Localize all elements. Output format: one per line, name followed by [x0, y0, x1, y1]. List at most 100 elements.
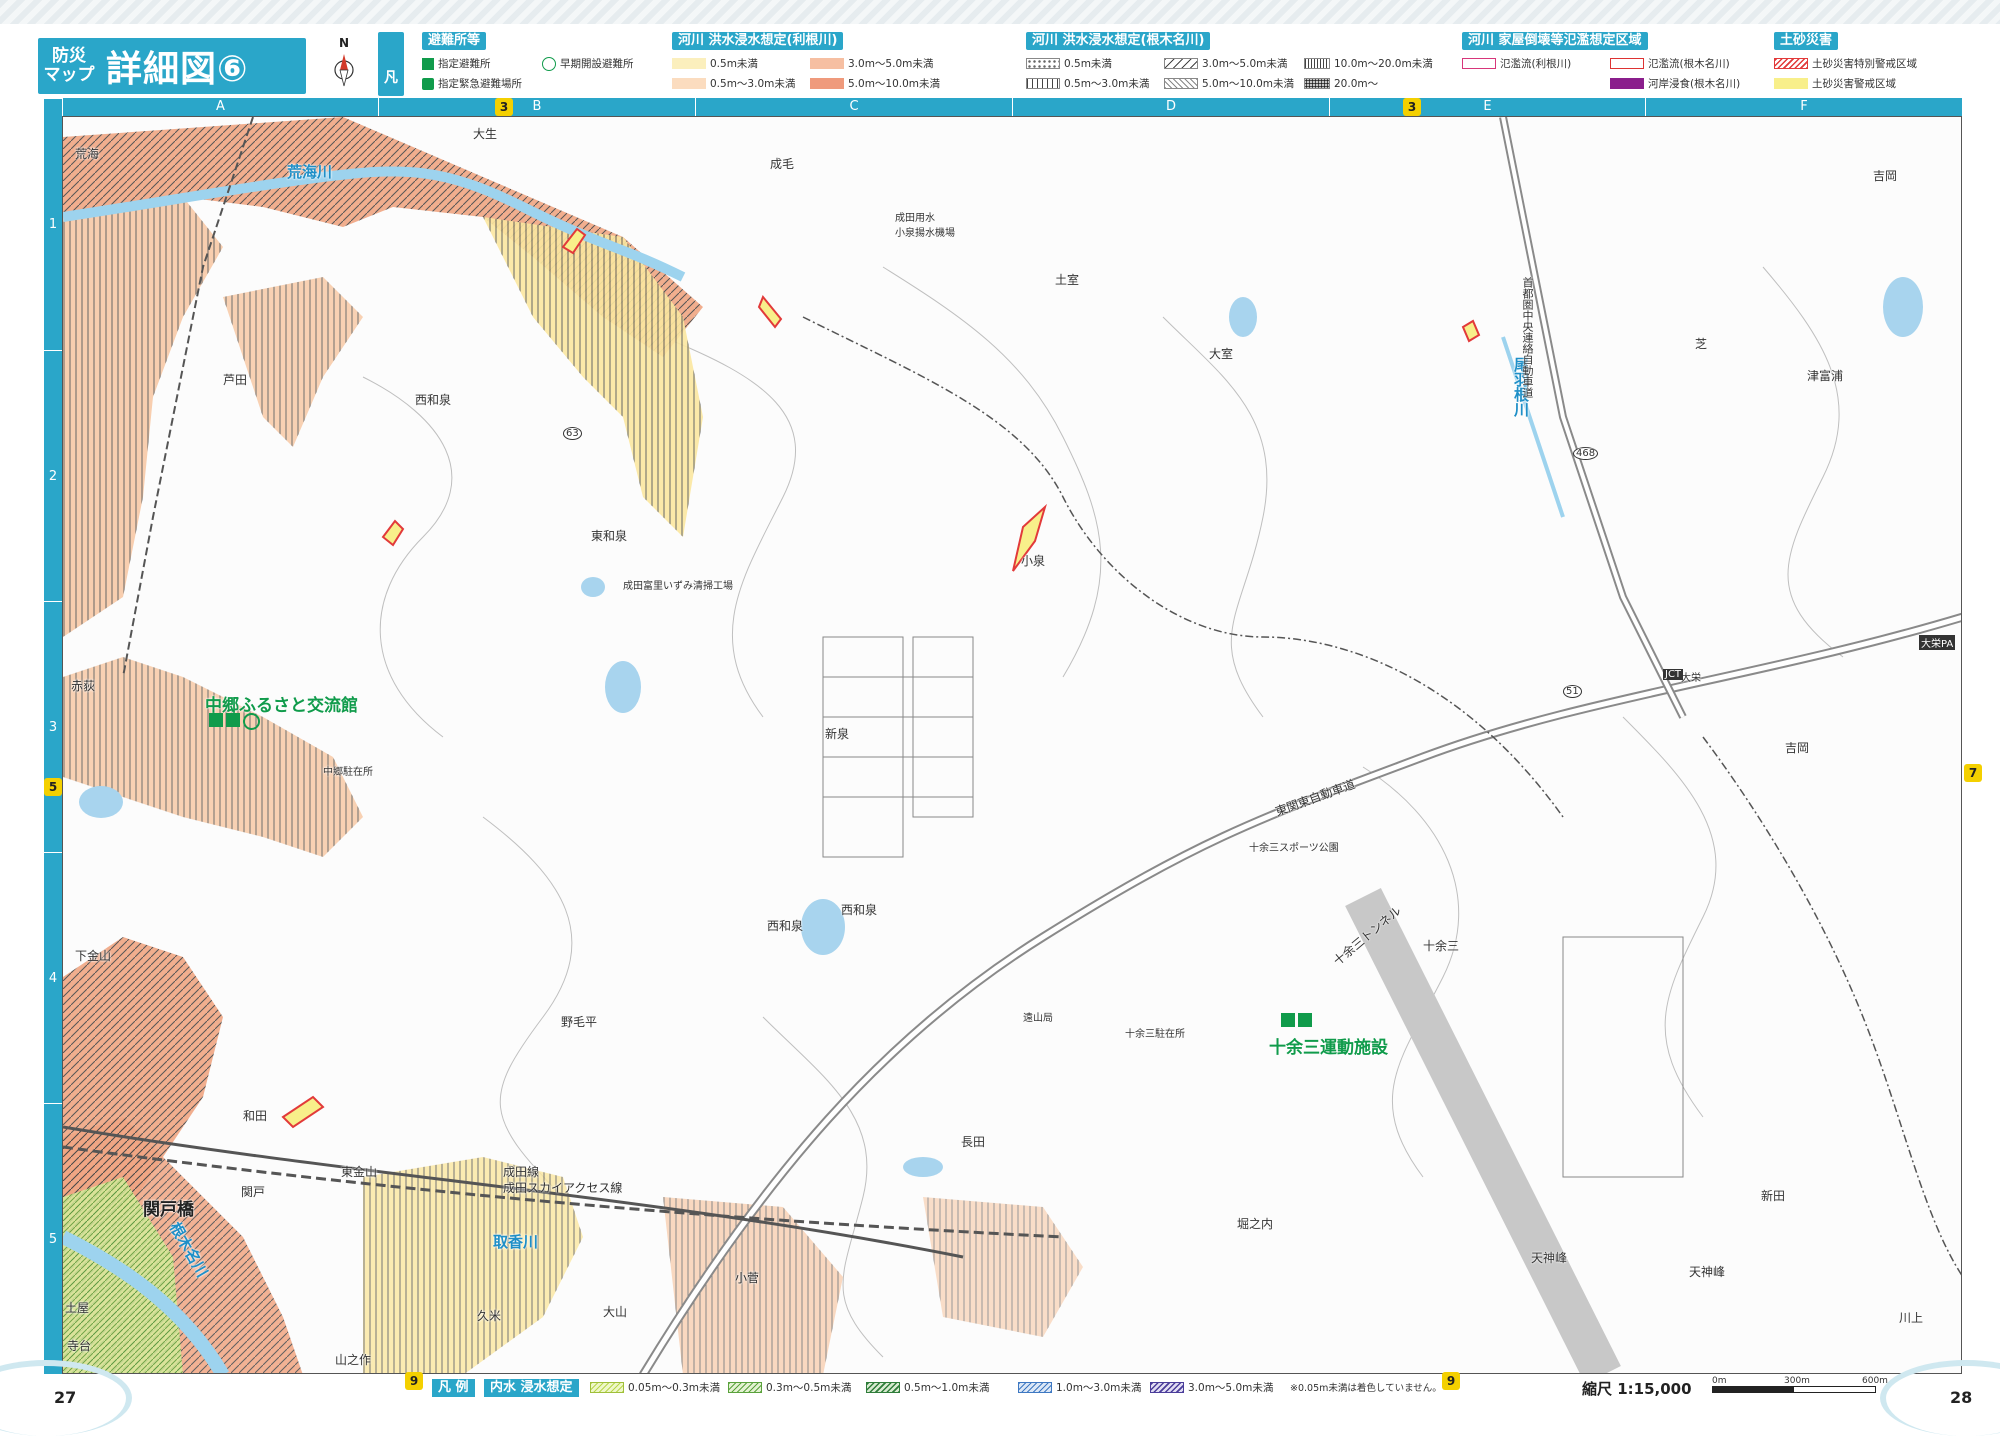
- adjacent-page-tag-top-left[interactable]: 3: [495, 98, 513, 116]
- place-osada: 長田: [961, 1135, 986, 1149]
- adjacent-page-tag-left[interactable]: 5: [44, 778, 62, 796]
- legend-tone-label-1: 0.5m未満: [710, 58, 758, 70]
- footer: [0, 1374, 2000, 1429]
- poi-taiei-pa: 大栄PA: [1919, 635, 1956, 650]
- scale-bar: [1712, 1386, 1876, 1393]
- facility-tomisan-sports[interactable]: 十余三運動施設: [1269, 1033, 1388, 1058]
- early-open-icon: [243, 713, 260, 730]
- legend-evac-title: 避難所等: [422, 32, 487, 50]
- legend-tone-title: 河川 洪水浸水想定(利根川): [672, 32, 844, 50]
- station-sekidobashi: 関戸橋: [143, 1200, 194, 1220]
- scale-text: 縮尺 1:15,000: [1582, 1380, 1692, 1398]
- place-shinizumi: 新泉: [825, 727, 850, 741]
- grid-col-a: A: [62, 98, 378, 116]
- place-naruge: 成毛: [770, 157, 795, 171]
- legend-nekina-item-5: 10.0m～20.0m未満: [1304, 56, 1433, 71]
- emergency-shelter-icon: [1298, 1013, 1312, 1027]
- grid-row-5: 5: [44, 1103, 62, 1374]
- legend-nekina-item-3: 3.0m～5.0m未満: [1164, 56, 1287, 71]
- swatch-inland-5: [1150, 1382, 1184, 1393]
- place-yamanosaku: 山之作: [335, 1353, 372, 1367]
- inland-label-3: 0.5m～1.0m未満: [904, 1382, 990, 1394]
- place-yoshioka-south: 吉岡: [1785, 741, 1810, 755]
- legend-house-label-1: 氾濫流(利根川): [1500, 58, 1572, 70]
- adjacent-page-tag-right[interactable]: 7: [1964, 764, 1982, 782]
- place-oomuro: 大室: [1209, 347, 1234, 361]
- route-468: 468: [1573, 447, 1599, 460]
- grid-row-2: 2: [44, 350, 62, 601]
- river-arami: 荒海川: [287, 163, 333, 181]
- legend-house-item-2: 氾濫流(根木名川): [1610, 56, 1730, 71]
- map-area[interactable]: 荒海 大生 成毛 土室 芝 吉岡 芦田 西和泉 大室 津富浦 東和泉 小泉 赤荻…: [62, 116, 1962, 1374]
- legend-landslide-item-1: 土砂災害特別警戒区域: [1774, 56, 1917, 71]
- adjacent-page-tag-bottom-right[interactable]: 9: [1442, 1372, 1460, 1390]
- grid-col-b: B: [378, 98, 695, 116]
- poi-izumi-incineration: 成田富里いずみ清掃工場: [623, 581, 733, 592]
- route-63: 63: [563, 427, 582, 440]
- poi-nakago-police: 中郷駐在所: [323, 767, 373, 778]
- compass-n-label: N: [338, 36, 350, 50]
- swatch-tone-1: [672, 58, 706, 69]
- map-canvas: [63, 117, 1961, 1373]
- legend-landslide-item-2: 土砂災害警戒区域: [1774, 76, 1896, 91]
- poi-jct: JCT: [1663, 669, 1684, 680]
- swatch-inland-1: [590, 1382, 624, 1393]
- inland-item-3: 0.5m～1.0m未満: [866, 1380, 989, 1395]
- adjacent-page-tag-bottom-left[interactable]: 9: [405, 1372, 423, 1390]
- place-tsuchiya: 土屋: [65, 1301, 90, 1315]
- place-koizumi: 小泉: [1021, 554, 1046, 568]
- swatch-nekina-4: [1164, 78, 1198, 89]
- top-decorative-band: [0, 0, 2000, 24]
- swatch-inland-4: [1018, 1382, 1052, 1393]
- page-number-left: 27: [54, 1388, 77, 1407]
- shelter-icons-tomisan: [1281, 1013, 1312, 1027]
- legend-house-label-3: 河岸浸食(根木名川): [1648, 78, 1741, 90]
- grid-row-3: 3: [44, 601, 62, 852]
- place-shinden: 新田: [1761, 1189, 1786, 1203]
- poi-taiei: 大栄: [1681, 673, 1701, 684]
- swatch-house-3: [1610, 78, 1644, 89]
- adjacent-page-tag-top-right[interactable]: 3: [1403, 98, 1421, 116]
- legend-tone-item-1: 0.5m未満: [672, 56, 758, 71]
- legend-nekina-title: 河川 洪水浸水想定(根木名川): [1026, 32, 1211, 50]
- map-title-box: 防災 マップ 詳細図⑥: [38, 38, 306, 94]
- grid-row-4: 4: [44, 852, 62, 1103]
- place-tomisan: 十余三: [1423, 939, 1460, 953]
- swatch-tone-4: [810, 78, 844, 89]
- place-kume: 久米: [477, 1309, 502, 1323]
- legend-nekina-item-6: 20.0m～: [1304, 76, 1378, 91]
- swatch-nekina-5: [1304, 58, 1330, 69]
- place-nishiwaizumi-south-2: 西和泉: [841, 903, 878, 917]
- scale-tick-600: 600m: [1862, 1376, 1888, 1386]
- place-kawakami: 川上: [1899, 1311, 1924, 1325]
- place-akaogi-west: 赤荻: [71, 679, 96, 693]
- footer-inland-title: 内水 浸水想定: [484, 1379, 579, 1397]
- route-51: 51: [1563, 685, 1582, 698]
- page-title: 詳細図⑥: [106, 49, 249, 90]
- legend-house-item-1: 氾濫流(利根川): [1462, 56, 1571, 71]
- swatch-nekina-6: [1304, 78, 1330, 89]
- compass-needle-icon: [334, 54, 354, 87]
- legend-tone-item-3: 3.0m～5.0m未満: [810, 56, 933, 71]
- legend-landslide-label-1: 土砂災害特別警戒区域: [1812, 58, 1917, 70]
- place-nishiwaizumi-south-1: 西和泉: [767, 919, 804, 933]
- legend-evac-item-1: 指定避難所: [422, 56, 491, 71]
- place-arami: 荒海: [75, 147, 100, 161]
- inland-item-2: 0.3m～0.5m未満: [728, 1380, 851, 1395]
- swatch-nekina-2: [1026, 78, 1060, 89]
- place-horinouchi: 堀之内: [1237, 1217, 1274, 1231]
- swatch-landslide-2: [1774, 78, 1808, 89]
- grid-col-f: F: [1645, 98, 1962, 116]
- early-open-icon: [542, 56, 556, 71]
- inland-item-4: 1.0m～3.0m未満: [1018, 1380, 1141, 1395]
- scale-tick-300: 300m: [1784, 1376, 1810, 1386]
- road-ken-o-expressway: 首都圏中央連絡自動車道: [1521, 277, 1534, 398]
- legend-tone-item-2: 0.5m～3.0m未満: [672, 76, 795, 91]
- swatch-nekina-3: [1164, 58, 1198, 69]
- inland-item-1: 0.05m～0.3m未満: [590, 1380, 720, 1395]
- place-wada: 和田: [243, 1109, 268, 1123]
- legend-house-label-2: 氾濫流(根木名川): [1648, 58, 1730, 70]
- legend-evac-label-1: 指定避難所: [438, 58, 491, 70]
- place-hemuro: 土室: [1055, 273, 1080, 287]
- legend-evac-label-3: 早期開設避難所: [560, 58, 634, 70]
